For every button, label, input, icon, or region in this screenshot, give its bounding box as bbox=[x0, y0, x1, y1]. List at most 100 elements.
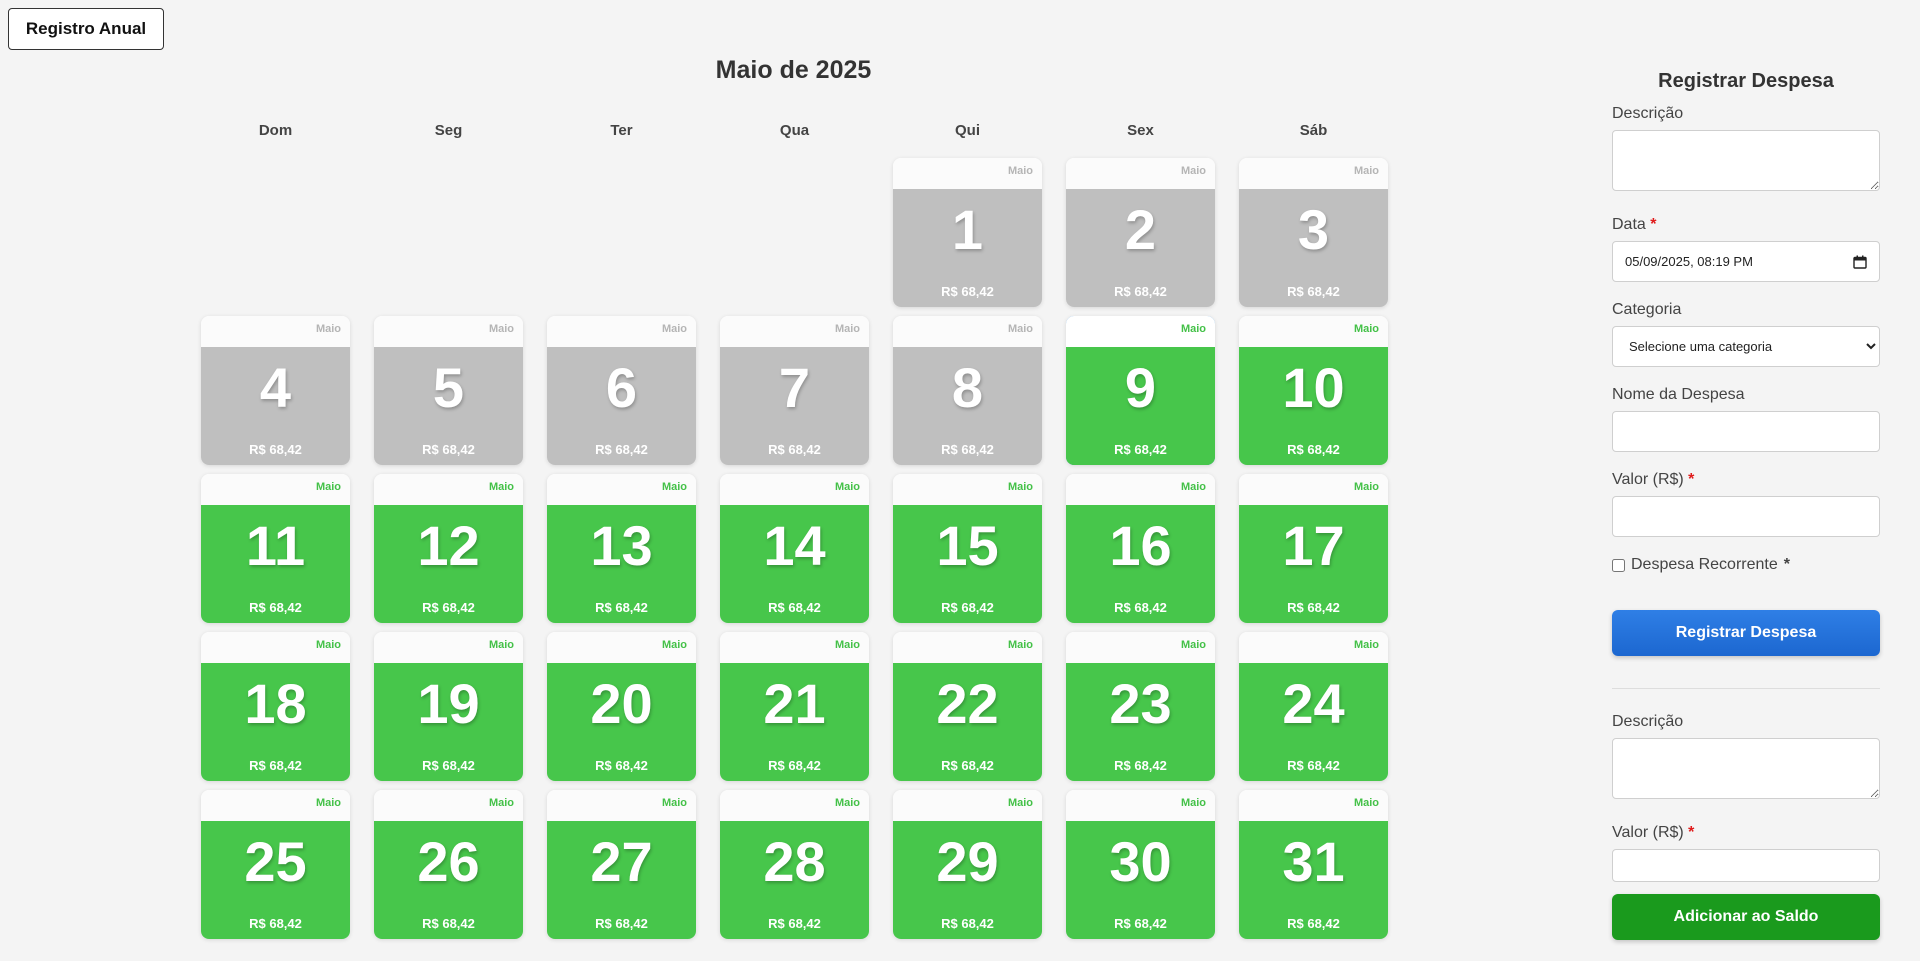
day-cell-24[interactable]: Maio 24 R$ 68,42 bbox=[1239, 632, 1388, 781]
day-amount: R$ 68,42 bbox=[1114, 442, 1167, 457]
day-amount: R$ 68,42 bbox=[768, 442, 821, 457]
day-cell-2[interactable]: Maio 2 R$ 68,42 bbox=[1066, 158, 1215, 307]
weekday-mon: Seg bbox=[434, 122, 463, 139]
day-cell-6[interactable]: Maio 6 R$ 68,42 bbox=[547, 316, 696, 465]
day-cell-22[interactable]: Maio 22 R$ 68,42 bbox=[893, 632, 1042, 781]
annual-record-button[interactable]: Registro Anual bbox=[8, 8, 164, 50]
day-cell-header: Maio bbox=[374, 632, 523, 663]
calendar-grid: Maio 1 R$ 68,42 Maio 2 R$ 68,42 Maio 3 R$ 68,42 M… bbox=[201, 158, 1388, 939]
day-cell-body: 21 R$ 68,42 bbox=[720, 663, 869, 781]
day-cell-header: Maio bbox=[893, 632, 1042, 663]
day-amount: R$ 68,42 bbox=[595, 600, 648, 615]
day-cell-body: 1 R$ 68,42 bbox=[893, 189, 1042, 307]
day-cell-12[interactable]: Maio 12 R$ 68,42 bbox=[374, 474, 523, 623]
day-number: 24 bbox=[1282, 672, 1345, 735]
day-cell-27[interactable]: Maio 27 R$ 68,42 bbox=[547, 790, 696, 939]
day-cell-header: Maio bbox=[547, 790, 696, 821]
add-balance-button[interactable]: Adicionar ao Saldo bbox=[1612, 894, 1880, 940]
day-cell-body: 23 R$ 68,42 bbox=[1066, 663, 1215, 781]
weekday-wed: Qua bbox=[779, 122, 810, 139]
balance-value-label: Valor (R$) * bbox=[1612, 824, 1880, 842]
day-amount: R$ 68,42 bbox=[941, 916, 994, 931]
day-cell-header: Maio bbox=[547, 316, 696, 347]
day-cell-11[interactable]: Maio 11 R$ 68,42 bbox=[201, 474, 350, 623]
day-month-label: Maio bbox=[1007, 165, 1033, 177]
day-amount: R$ 68,42 bbox=[768, 758, 821, 773]
day-amount: R$ 68,42 bbox=[941, 442, 994, 457]
register-expense-button[interactable]: Registrar Despesa bbox=[1612, 610, 1880, 656]
day-cell-10[interactable]: Maio 10 R$ 68,42 bbox=[1239, 316, 1388, 465]
day-cell-13[interactable]: Maio 13 R$ 68,42 bbox=[547, 474, 696, 623]
day-cell-body: 13 R$ 68,42 bbox=[547, 505, 696, 623]
day-cell-1[interactable]: Maio 1 R$ 68,42 bbox=[893, 158, 1042, 307]
date-input[interactable]: 05/09/2025, 08:19 PM bbox=[1612, 241, 1880, 282]
day-cell-body: 9 R$ 68,42 bbox=[1066, 347, 1215, 465]
date-label: Data * bbox=[1612, 216, 1880, 234]
recurring-row: Despesa Recorrente * bbox=[1612, 556, 1880, 574]
day-cell-body: 12 R$ 68,42 bbox=[374, 505, 523, 623]
balance-value-input[interactable] bbox=[1612, 849, 1880, 882]
day-month-label: Maio bbox=[1353, 481, 1379, 493]
day-month-label: Maio bbox=[1180, 323, 1206, 335]
day-cell-3[interactable]: Maio 3 R$ 68,42 bbox=[1239, 158, 1388, 307]
day-cell-17[interactable]: Maio 17 R$ 68,42 bbox=[1239, 474, 1388, 623]
day-number: 30 bbox=[1109, 830, 1172, 893]
balance-description-input[interactable] bbox=[1612, 738, 1880, 799]
day-cell-16[interactable]: Maio 16 R$ 68,42 bbox=[1066, 474, 1215, 623]
day-cell-body: 30 R$ 68,42 bbox=[1066, 821, 1215, 939]
day-cell-body: 8 R$ 68,42 bbox=[893, 347, 1042, 465]
weekday-header: Dom Seg Ter Qua Qui Sex Sáb bbox=[201, 122, 1388, 139]
day-number: 14 bbox=[763, 514, 826, 577]
day-cell-23[interactable]: Maio 23 R$ 68,42 bbox=[1066, 632, 1215, 781]
day-cell-26[interactable]: Maio 26 R$ 68,42 bbox=[374, 790, 523, 939]
day-cell-18[interactable]: Maio 18 R$ 68,42 bbox=[201, 632, 350, 781]
day-cell-body: 4 R$ 68,42 bbox=[201, 347, 350, 465]
day-cell-8[interactable]: Maio 8 R$ 68,42 bbox=[893, 316, 1042, 465]
day-month-label: Maio bbox=[488, 797, 514, 809]
value-input[interactable] bbox=[1612, 496, 1880, 537]
description-input[interactable] bbox=[1612, 130, 1880, 191]
day-cell-31[interactable]: Maio 31 R$ 68,42 bbox=[1239, 790, 1388, 939]
day-cell-body: 24 R$ 68,42 bbox=[1239, 663, 1388, 781]
day-number: 13 bbox=[590, 514, 653, 577]
day-month-label: Maio bbox=[1353, 165, 1379, 177]
date-value: 05/09/2025, 08:19 PM bbox=[1625, 254, 1753, 269]
day-cell-20[interactable]: Maio 20 R$ 68,42 bbox=[547, 632, 696, 781]
day-amount: R$ 68,42 bbox=[1287, 600, 1340, 615]
day-cell-21[interactable]: Maio 21 R$ 68,42 bbox=[720, 632, 869, 781]
day-amount: R$ 68,42 bbox=[941, 758, 994, 773]
day-cell-header: Maio bbox=[201, 316, 350, 347]
day-cell-5[interactable]: Maio 5 R$ 68,42 bbox=[374, 316, 523, 465]
day-month-label: Maio bbox=[834, 639, 860, 651]
recurring-checkbox[interactable] bbox=[1612, 558, 1625, 572]
day-cell-header: Maio bbox=[547, 632, 696, 663]
day-amount: R$ 68,42 bbox=[1287, 916, 1340, 931]
day-month-label: Maio bbox=[1007, 639, 1033, 651]
day-cell-9[interactable]: Maio 9 R$ 68,42 bbox=[1066, 316, 1215, 465]
category-select[interactable]: Selecione uma categoria bbox=[1612, 326, 1880, 367]
day-cell-header: Maio bbox=[893, 474, 1042, 505]
calendar-icon[interactable] bbox=[1853, 255, 1867, 269]
day-cell-29[interactable]: Maio 29 R$ 68,42 bbox=[893, 790, 1042, 939]
day-month-label: Maio bbox=[488, 639, 514, 651]
day-number: 5 bbox=[432, 356, 465, 419]
day-cell-25[interactable]: Maio 25 R$ 68,42 bbox=[201, 790, 350, 939]
day-month-label: Maio bbox=[1353, 797, 1379, 809]
day-cell-30[interactable]: Maio 30 R$ 68,42 bbox=[1066, 790, 1215, 939]
expense-name-input[interactable] bbox=[1612, 411, 1880, 452]
day-cell-28[interactable]: Maio 28 R$ 68,42 bbox=[720, 790, 869, 939]
day-cell-14[interactable]: Maio 14 R$ 68,42 bbox=[720, 474, 869, 623]
day-month-label: Maio bbox=[1180, 165, 1206, 177]
day-month-label: Maio bbox=[315, 323, 341, 335]
day-cell-header: Maio bbox=[720, 474, 869, 505]
day-month-label: Maio bbox=[488, 481, 514, 493]
day-cell-19[interactable]: Maio 19 R$ 68,42 bbox=[374, 632, 523, 781]
day-cell-body: 3 R$ 68,42 bbox=[1239, 189, 1388, 307]
day-cell-15[interactable]: Maio 15 R$ 68,42 bbox=[893, 474, 1042, 623]
day-amount: R$ 68,42 bbox=[595, 758, 648, 773]
day-cell-4[interactable]: Maio 4 R$ 68,42 bbox=[201, 316, 350, 465]
day-cell-7[interactable]: Maio 7 R$ 68,42 bbox=[720, 316, 869, 465]
day-number: 27 bbox=[590, 830, 653, 893]
day-cell-header: Maio bbox=[1066, 790, 1215, 821]
day-amount: R$ 68,42 bbox=[1287, 442, 1340, 457]
